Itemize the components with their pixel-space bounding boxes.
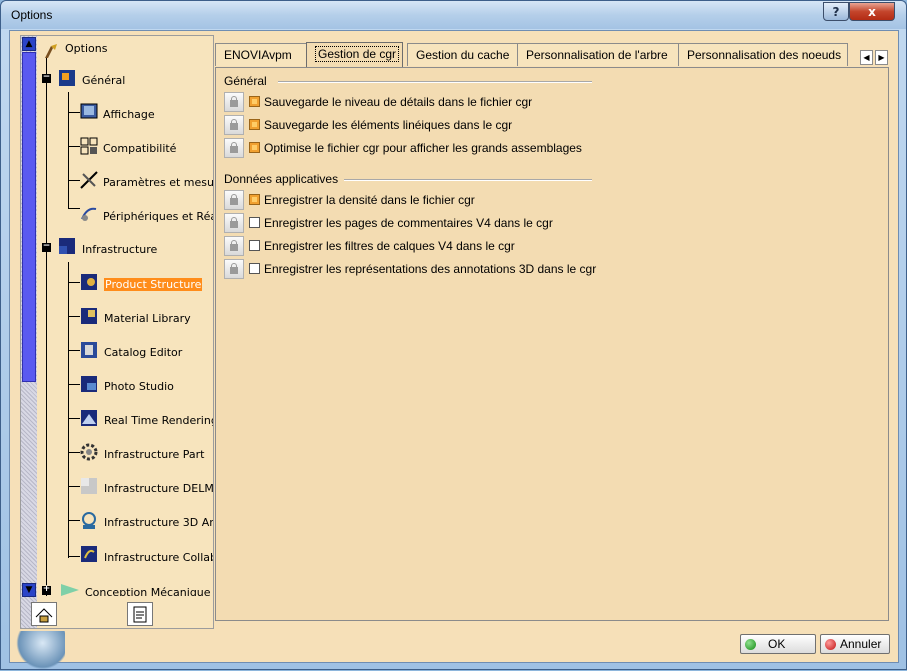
parameters-icon xyxy=(79,170,99,190)
lock-icon[interactable] xyxy=(224,259,244,279)
group-title-general: Général xyxy=(224,74,267,88)
option-label: Sauvegarde le niveau de détails dans le … xyxy=(264,95,533,109)
collaboration-icon xyxy=(79,544,99,564)
checkbox-save-detail-level[interactable] xyxy=(249,96,260,107)
infrastructure-icon xyxy=(57,236,77,256)
close-button[interactable]: x xyxy=(849,2,895,21)
tree-node-real-time-rendering[interactable]: Real Time Rendering xyxy=(104,414,213,427)
tree-node-compatibility[interactable]: Compatibilité xyxy=(103,142,176,155)
options-window: Options ? x ▲ ▼ Options − Général Affich… xyxy=(0,0,907,671)
tab-enoviavpm[interactable]: ENOVIAvpm xyxy=(215,43,307,66)
home-icon[interactable] xyxy=(31,602,57,626)
checkbox-save-3d-annotations[interactable] xyxy=(249,263,260,274)
tree-node-devices[interactable]: Périphériques et Réali xyxy=(103,210,213,223)
option-label: Sauvegarde les éléments linéiques dans l… xyxy=(264,118,513,132)
catalog-editor-icon xyxy=(79,340,99,360)
material-library-icon xyxy=(79,306,99,326)
option-label: Optimise le fichier cgr pour afficher le… xyxy=(264,141,582,155)
tree-node-infrastructure[interactable]: Infrastructure xyxy=(82,243,157,256)
tree-node-options[interactable]: Options xyxy=(65,42,107,55)
delmia-icon xyxy=(79,476,99,496)
lock-icon[interactable] xyxy=(224,115,244,135)
tree-line xyxy=(68,262,69,558)
lock-icon[interactable] xyxy=(224,190,244,210)
scroll-up-icon[interactable]: ▲ xyxy=(22,37,36,51)
tree-node-mechanical-design[interactable]: Conception Mécanique xyxy=(85,586,211,596)
tree-node-infrastructure-collaboration[interactable]: Infrastructure Collabo xyxy=(104,551,213,564)
option-label: Enregistrer la densité dans le fichier c… xyxy=(264,193,475,207)
scroll-down-icon[interactable]: ▼ xyxy=(22,583,36,597)
tree-node-catalog-editor[interactable]: Catalog Editor xyxy=(104,346,182,359)
tree-node-general[interactable]: Général xyxy=(82,74,125,87)
help-button[interactable]: ? xyxy=(823,2,849,21)
options-tree: Options − Général Affichage Compatibilit… xyxy=(37,36,213,596)
tab-cache-management[interactable]: Gestion du cache xyxy=(407,43,518,66)
collapse-icon[interactable]: − xyxy=(42,242,51,252)
checkbox-save-v4-comment-pages[interactable] xyxy=(249,217,260,228)
window-title: Options xyxy=(11,8,53,22)
tab-bar: ENOVIAvpm Gestion de cgr Gestion du cach… xyxy=(215,42,893,67)
options-icon xyxy=(41,42,61,62)
mechanical-design-icon xyxy=(59,580,79,596)
photo-studio-icon xyxy=(79,374,99,394)
tree-node-infrastructure-delmia[interactable]: Infrastructure DELMIA xyxy=(104,482,213,495)
cancel-icon xyxy=(825,638,836,650)
tab-scroll-left-icon[interactable]: ◀ xyxy=(860,50,873,65)
group-divider xyxy=(344,179,592,181)
lock-icon[interactable] xyxy=(224,92,244,112)
tab-scroll-right-icon[interactable]: ▶ xyxy=(875,50,888,65)
option-label: Enregistrer les filtres de calques V4 da… xyxy=(264,239,515,253)
checkbox-save-density[interactable] xyxy=(249,194,260,205)
tab-cgr-management[interactable]: Gestion de cgr xyxy=(306,42,403,67)
tree-node-infrastructure-part[interactable]: Infrastructure Part xyxy=(104,448,204,461)
tree-node-product-structure[interactable]: Product Structure xyxy=(104,278,203,291)
real-time-rendering-icon xyxy=(79,408,99,428)
compatibility-icon xyxy=(79,136,99,156)
tab-tree-customization[interactable]: Personnalisation de l'arbre xyxy=(517,43,679,66)
annotation-icon xyxy=(79,510,99,530)
lock-icon[interactable] xyxy=(224,213,244,233)
scroll-thumb[interactable] xyxy=(22,52,36,382)
tree-line xyxy=(46,58,47,596)
option-label: Enregistrer les pages de commentaires V4… xyxy=(264,216,553,230)
checkbox-optimize-large-assemblies[interactable] xyxy=(249,142,260,153)
collapse-icon[interactable]: − xyxy=(42,73,51,83)
tree-node-display[interactable]: Affichage xyxy=(103,108,155,121)
tab-content-cgr: Général Sauvegarde le niveau de détails … xyxy=(215,67,889,621)
checkbox-save-v4-layer-filters[interactable] xyxy=(249,240,260,251)
tab-node-customization[interactable]: Personnalisation des noeuds xyxy=(678,43,848,66)
cancel-button[interactable]: Annuler xyxy=(820,634,890,654)
group-title-application-data: Données applicatives xyxy=(224,172,339,186)
tree-node-parameters[interactable]: Paramètres et mesure xyxy=(103,176,213,189)
tree-line xyxy=(68,92,69,208)
product-structure-icon xyxy=(79,272,99,292)
gear-icon xyxy=(79,442,99,462)
ok-icon xyxy=(745,638,756,650)
app-logo-icon xyxy=(9,631,65,671)
dialog-client: ▲ ▼ Options − Général Affichage Compatib… xyxy=(9,30,899,663)
expand-icon[interactable]: + xyxy=(42,585,51,595)
group-divider xyxy=(278,81,592,83)
general-icon xyxy=(57,68,77,88)
options-tree-panel: ▲ ▼ Options − Général Affichage Compatib… xyxy=(20,35,214,629)
lock-icon[interactable] xyxy=(224,236,244,256)
tree-node-infrastructure-3d-annotation[interactable]: Infrastructure 3D Anr xyxy=(104,516,213,529)
option-label: Enregistrer les représentations des anno… xyxy=(264,262,597,276)
lock-icon[interactable] xyxy=(224,138,244,158)
tree-node-material-library[interactable]: Material Library xyxy=(104,312,191,325)
ok-button[interactable]: OK xyxy=(740,634,816,654)
devices-icon xyxy=(79,204,99,224)
tree-scrollbar[interactable]: ▲ ▼ xyxy=(21,36,37,628)
checkbox-save-linear-elements[interactable] xyxy=(249,119,260,130)
tree-node-photo-studio[interactable]: Photo Studio xyxy=(104,380,174,393)
reset-icon[interactable] xyxy=(127,602,153,626)
display-icon xyxy=(79,102,99,122)
title-bar[interactable]: Options ? x xyxy=(1,1,906,29)
